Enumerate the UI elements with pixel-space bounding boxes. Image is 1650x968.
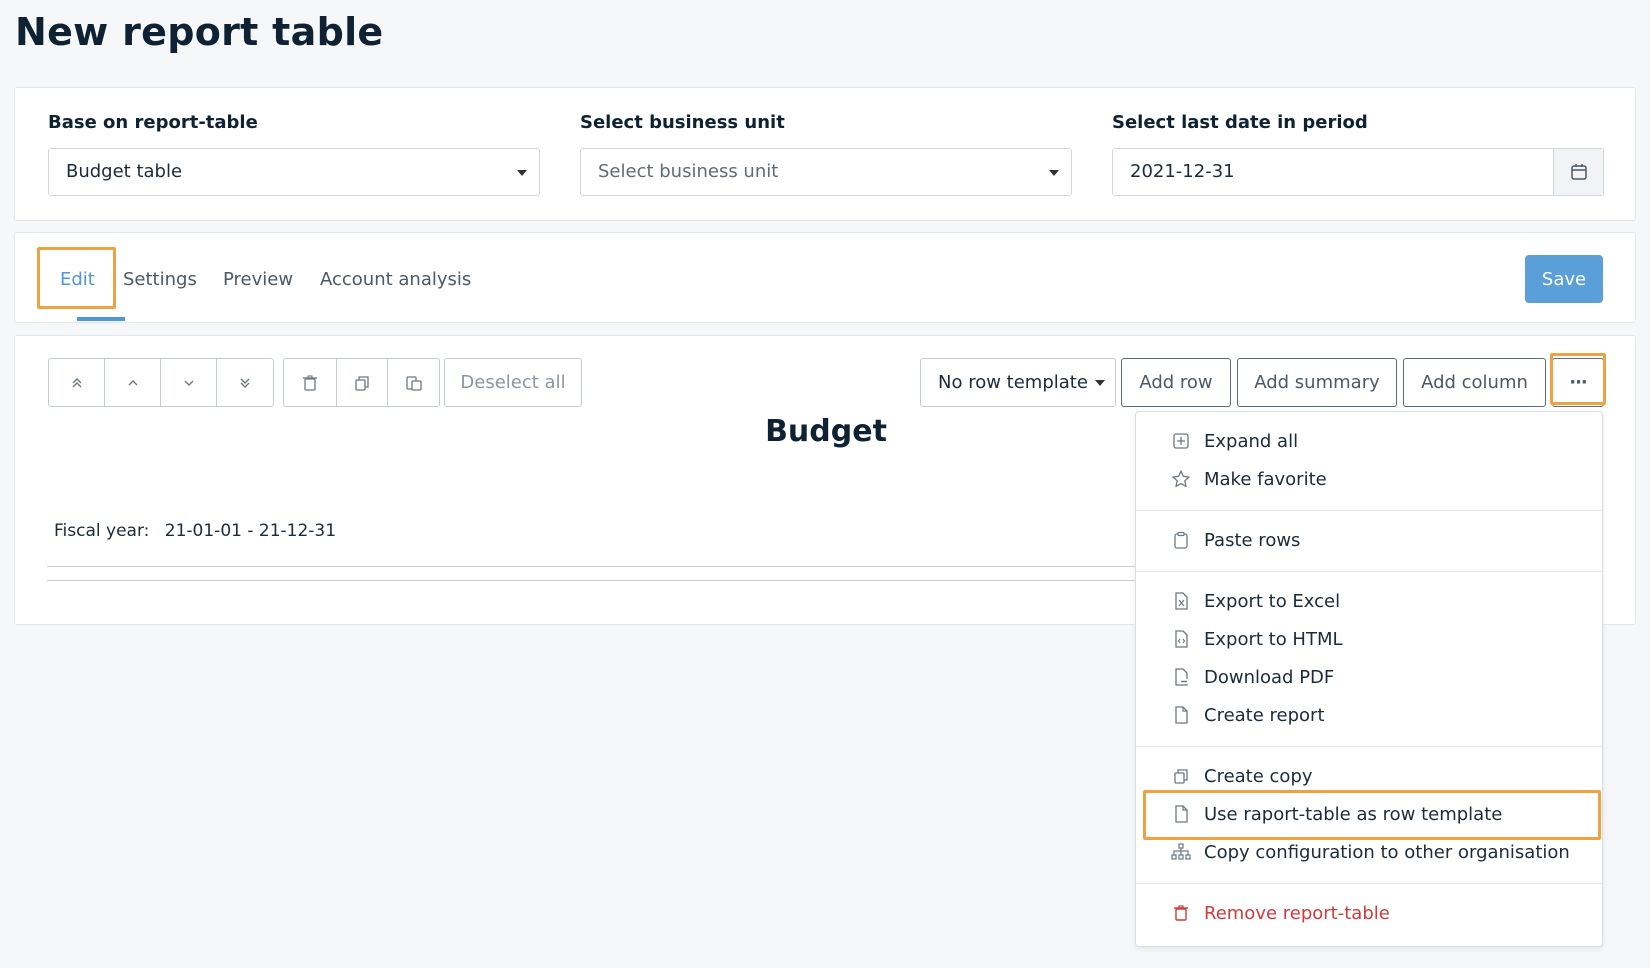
- last-date-input[interactable]: 2021-12-31: [1112, 148, 1604, 196]
- base-report-label: Base on report-table: [48, 112, 258, 133]
- more-options-menu: Expand all Make favorite Paste rows Expo…: [1135, 411, 1603, 947]
- business-unit-select[interactable]: Select business unit: [580, 148, 1072, 196]
- menu-export-html[interactable]: Export to HTML: [1136, 622, 1602, 656]
- menu-divider: [1136, 571, 1602, 572]
- paste-icon: [405, 375, 422, 391]
- copy-icon: [1171, 766, 1191, 786]
- base-report-select[interactable]: Budget table: [48, 148, 540, 196]
- menu-expand-all[interactable]: Expand all: [1136, 424, 1602, 458]
- copy-icon: [355, 375, 369, 391]
- tab-account-analysis[interactable]: Account analysis: [320, 269, 471, 290]
- menu-create-copy[interactable]: Create copy: [1136, 759, 1602, 793]
- row-template-select[interactable]: No row template: [920, 358, 1116, 407]
- caret-down-icon: [1095, 380, 1105, 386]
- caret-down-icon: [517, 170, 527, 176]
- file-pdf-icon: [1171, 667, 1191, 687]
- edit-button-group: [283, 358, 440, 407]
- menu-divider: [1136, 510, 1602, 511]
- menu-label: Make favorite: [1204, 468, 1327, 490]
- menu-divider: [1136, 746, 1602, 747]
- menu-make-favorite[interactable]: Make favorite: [1136, 462, 1602, 496]
- menu-label: Paste rows: [1204, 529, 1301, 551]
- menu-label: Use raport-table as row template: [1204, 803, 1503, 825]
- row-template-value: No row template: [938, 372, 1088, 393]
- tab-edit[interactable]: Edit: [60, 269, 95, 290]
- menu-divider: [1136, 883, 1602, 884]
- menu-create-report[interactable]: Create report: [1136, 698, 1602, 732]
- more-options-button[interactable]: ···: [1552, 358, 1604, 407]
- active-tab-indicator: [77, 317, 125, 321]
- menu-copy-configuration[interactable]: Copy configuration to other organisation: [1136, 835, 1602, 869]
- menu-label: Create copy: [1204, 765, 1313, 787]
- menu-download-pdf[interactable]: Download PDF: [1136, 660, 1602, 694]
- star-icon: [1171, 469, 1191, 489]
- menu-label: Download PDF: [1204, 666, 1335, 688]
- fiscal-year: Fiscal year: 21-01-01 - 21-12-31: [54, 521, 336, 541]
- filter-panel: Base on report-table Budget table Select…: [14, 87, 1636, 221]
- business-unit-placeholder: Select business unit: [598, 161, 779, 182]
- menu-label: Expand all: [1204, 430, 1299, 452]
- tab-preview[interactable]: Preview: [223, 269, 293, 290]
- chevron-down-icon: [184, 380, 193, 386]
- calendar-icon: [1570, 164, 1587, 180]
- trash-icon: [1171, 903, 1191, 923]
- add-row-button[interactable]: Add row: [1121, 358, 1231, 407]
- delete-button[interactable]: [284, 359, 337, 406]
- chevrons-down-icon: [240, 378, 250, 388]
- move-top-button[interactable]: [49, 359, 105, 406]
- base-report-value: Budget table: [66, 161, 183, 182]
- page-title: New report table: [15, 10, 384, 54]
- menu-label: Remove report-table: [1204, 902, 1390, 924]
- fiscal-year-value: 21-01-01 - 21-12-31: [164, 521, 337, 541]
- file-icon: [1171, 804, 1191, 824]
- business-unit-label: Select business unit: [580, 112, 785, 133]
- clipboard-icon: [1171, 530, 1191, 550]
- chevron-up-icon: [128, 379, 137, 385]
- add-summary-button[interactable]: Add summary: [1237, 358, 1397, 407]
- move-bottom-button[interactable]: [217, 359, 273, 406]
- move-down-button[interactable]: [161, 359, 217, 406]
- add-column-button[interactable]: Add column: [1403, 358, 1546, 407]
- copy-button[interactable]: [337, 359, 388, 406]
- move-up-button[interactable]: [105, 359, 161, 406]
- fiscal-year-label: Fiscal year:: [54, 521, 150, 541]
- move-button-group: [48, 358, 274, 407]
- file-icon: [1171, 705, 1191, 725]
- menu-use-as-row-template[interactable]: Use raport-table as row template: [1136, 797, 1602, 831]
- menu-remove-report-table[interactable]: Remove report-table: [1136, 896, 1602, 930]
- menu-label: Create report: [1204, 704, 1325, 726]
- menu-export-excel[interactable]: Export to Excel: [1136, 584, 1602, 618]
- caret-down-icon: [1049, 170, 1059, 176]
- file-excel-icon: [1171, 591, 1191, 611]
- last-date-value: 2021-12-31: [1130, 161, 1235, 182]
- calendar-button[interactable]: [1553, 149, 1603, 195]
- paste-button[interactable]: [388, 359, 439, 406]
- save-button[interactable]: Save: [1525, 255, 1603, 303]
- deselect-all-button[interactable]: Deselect all: [444, 358, 582, 407]
- plus-square-icon: [1171, 431, 1191, 451]
- menu-label: Export to Excel: [1204, 590, 1341, 612]
- tabs-panel: Edit Settings Preview Account analysis S…: [14, 232, 1636, 323]
- last-date-label: Select last date in period: [1112, 112, 1368, 133]
- org-chart-icon: [1171, 842, 1191, 862]
- menu-label: Copy configuration to other organisation: [1204, 841, 1570, 863]
- tab-settings[interactable]: Settings: [123, 269, 197, 290]
- chevrons-up-icon: [72, 377, 81, 387]
- file-code-icon: [1171, 629, 1191, 649]
- menu-paste-rows[interactable]: Paste rows: [1136, 523, 1602, 557]
- trash-icon: [303, 374, 317, 391]
- menu-label: Export to HTML: [1204, 628, 1343, 650]
